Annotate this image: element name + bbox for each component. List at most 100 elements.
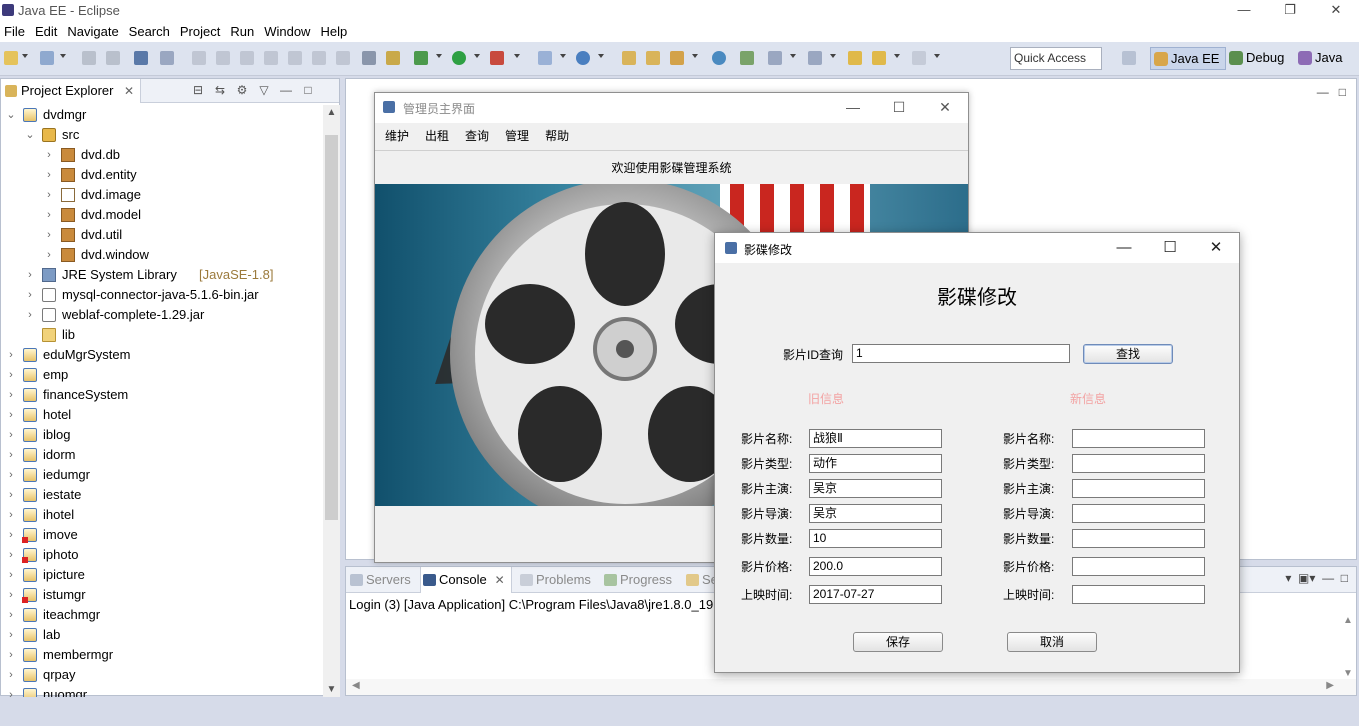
menu-run[interactable]: Run — [226, 22, 258, 42]
tab-search[interactable]: Se — [684, 567, 718, 593]
dialog-maximize-button[interactable]: ☐ — [1147, 233, 1193, 263]
editor-minimize-maximize-icon[interactable]: — □ — [1317, 85, 1346, 99]
old-field-input[interactable]: 10 — [809, 529, 942, 548]
collapsed-chevron-icon[interactable]: › — [5, 385, 17, 405]
new-field-input[interactable] — [1072, 479, 1205, 498]
admin-minimize-button[interactable]: — — [830, 93, 876, 121]
project-explorer-scrollbar[interactable]: ▲ ▼ — [323, 105, 340, 697]
collapsed-chevron-icon[interactable]: › — [5, 505, 17, 525]
tree-item-hotel[interactable]: › hotel — [1, 405, 321, 425]
old-field-input[interactable]: 动作 — [809, 454, 942, 473]
terminate-icon[interactable] — [240, 51, 254, 65]
tree-item-iteachmgr[interactable]: › iteachmgr — [1, 605, 321, 625]
menu-file[interactable]: File — [0, 22, 29, 42]
new-field-input[interactable] — [1072, 557, 1205, 576]
debug-dropdown-icon[interactable] — [436, 54, 442, 58]
scroll-down-icon[interactable]: ▼ — [323, 684, 340, 695]
collapsed-chevron-icon[interactable]: › — [5, 685, 17, 697]
back-dropdown-icon[interactable] — [894, 54, 900, 58]
tree-item-dvd-model[interactable]: › dvd.model — [1, 205, 321, 225]
close-button[interactable]: ✕ — [1313, 0, 1359, 22]
tree-item-lib[interactable]: lib — [1, 325, 321, 345]
close-tab-icon[interactable]: ✕ — [124, 79, 134, 103]
console-toolbar-icons[interactable]: ▾ ▣▾ — □ — [1285, 571, 1348, 585]
open-folder-icon[interactable] — [646, 51, 660, 65]
forward-dropdown-icon[interactable] — [934, 54, 940, 58]
menu-help[interactable]: Help — [316, 22, 351, 42]
menu-manage[interactable]: 管理 — [499, 123, 535, 150]
tree-item-nuomgr[interactable]: › nuomgr — [1, 685, 321, 697]
collapsed-chevron-icon[interactable]: › — [5, 465, 17, 485]
maximize-button[interactable]: ❐ — [1267, 0, 1313, 22]
tree-item-dvdmgr[interactable]: ⌄ dvdmgr — [1, 105, 321, 125]
close-console-tab-icon[interactable]: ✕ — [495, 567, 505, 593]
run-dropdown-icon[interactable] — [474, 54, 480, 58]
movie-id-query-input[interactable]: 1 — [852, 344, 1070, 363]
tab-console[interactable]: Console ✕ — [420, 567, 512, 593]
prev-annotation-dropdown-icon[interactable] — [830, 54, 836, 58]
old-field-input[interactable]: 战狼Ⅱ — [809, 429, 942, 448]
view-menu-icon[interactable]: ▽ — [257, 83, 271, 97]
menu-window[interactable]: Window — [260, 22, 314, 42]
tree-item-edumgrsystem[interactable]: › eduMgrSystem — [1, 345, 321, 365]
new-server-icon[interactable] — [538, 51, 552, 65]
step-return-icon[interactable] — [336, 51, 350, 65]
admin-maximize-button[interactable]: ☐ — [876, 93, 922, 121]
tree-item-imove[interactable]: › imove — [1, 525, 321, 545]
collapsed-chevron-icon[interactable]: › — [43, 165, 55, 185]
search-dropdown-icon[interactable] — [692, 54, 698, 58]
expanded-chevron-icon[interactable]: ⌄ — [24, 125, 36, 145]
collapsed-chevron-icon[interactable]: › — [5, 585, 17, 605]
tree-item-jre-system-library[interactable]: › JRE System Library [JavaSE-1.8] — [1, 265, 321, 285]
globe-icon[interactable] — [712, 51, 726, 65]
collapsed-chevron-icon[interactable]: › — [5, 425, 17, 445]
console-scroll-down-icon[interactable]: ▼ — [1343, 668, 1353, 679]
collapsed-chevron-icon[interactable]: › — [5, 485, 17, 505]
perspective-debug[interactable]: Debug — [1226, 47, 1284, 70]
collapsed-chevron-icon[interactable]: › — [5, 545, 17, 565]
console-vertical-scrollbar[interactable]: ▲ ▼ — [1339, 615, 1356, 679]
find-button[interactable]: 查找 — [1083, 344, 1173, 364]
run-icon[interactable] — [452, 51, 466, 65]
console-view-icon[interactable] — [134, 51, 148, 65]
collapsed-chevron-icon[interactable]: › — [5, 605, 17, 625]
new-project-dropdown-icon[interactable] — [60, 54, 66, 58]
next-annotation-dropdown-icon[interactable] — [790, 54, 796, 58]
dialog-minimize-button[interactable]: — — [1101, 233, 1147, 263]
tree-item-src[interactable]: ⌄ src — [1, 125, 321, 145]
save-all-icon[interactable] — [106, 51, 120, 65]
tab-project-explorer[interactable]: Project Explorer ✕ — [1, 79, 141, 103]
perspective-java-ee[interactable]: Java EE — [1150, 47, 1227, 70]
tree-item-dvd-image[interactable]: › dvd.image — [1, 185, 321, 205]
collapsed-chevron-icon[interactable]: › — [43, 205, 55, 225]
collapsed-chevron-icon[interactable]: › — [5, 365, 17, 385]
tab-progress[interactable]: Progress — [602, 567, 672, 593]
menu-navigate[interactable]: Navigate — [63, 22, 122, 42]
last-edit-icon[interactable] — [848, 51, 862, 65]
tree-item-dvd-db[interactable]: › dvd.db — [1, 145, 321, 165]
scrollbar-thumb[interactable] — [325, 135, 338, 520]
menu-maintain[interactable]: 维护 — [379, 123, 415, 150]
new-field-input[interactable] — [1072, 585, 1205, 604]
tree-item-istumgr[interactable]: › istumgr — [1, 585, 321, 605]
console-scroll-right-icon[interactable]: ▶ — [1326, 680, 1334, 691]
collapsed-chevron-icon[interactable]: › — [5, 345, 17, 365]
collapsed-chevron-icon[interactable]: › — [43, 145, 55, 165]
dialog-close-button[interactable]: ✕ — [1193, 233, 1239, 263]
maximize-view-icon[interactable]: □ — [301, 83, 315, 97]
tree-item-financesystem[interactable]: › financeSystem — [1, 385, 321, 405]
perspective-java[interactable]: Java — [1295, 47, 1342, 70]
debug-icon[interactable] — [414, 51, 428, 65]
scroll-up-icon[interactable]: ▲ — [323, 107, 340, 118]
collapsed-chevron-icon[interactable]: › — [43, 225, 55, 245]
next-annotation-icon[interactable] — [768, 51, 782, 65]
old-field-input[interactable]: 200.0 — [809, 557, 942, 576]
tree-item-emp[interactable]: › emp — [1, 365, 321, 385]
suspend-icon[interactable] — [216, 51, 230, 65]
tree-item-iphoto[interactable]: › iphoto — [1, 545, 321, 565]
pin-editor-icon[interactable] — [740, 51, 754, 65]
new-field-input[interactable] — [1072, 504, 1205, 523]
tree-item-lab[interactable]: › lab — [1, 625, 321, 645]
annotations-icon[interactable] — [386, 51, 400, 65]
collapsed-chevron-icon[interactable]: › — [5, 445, 17, 465]
